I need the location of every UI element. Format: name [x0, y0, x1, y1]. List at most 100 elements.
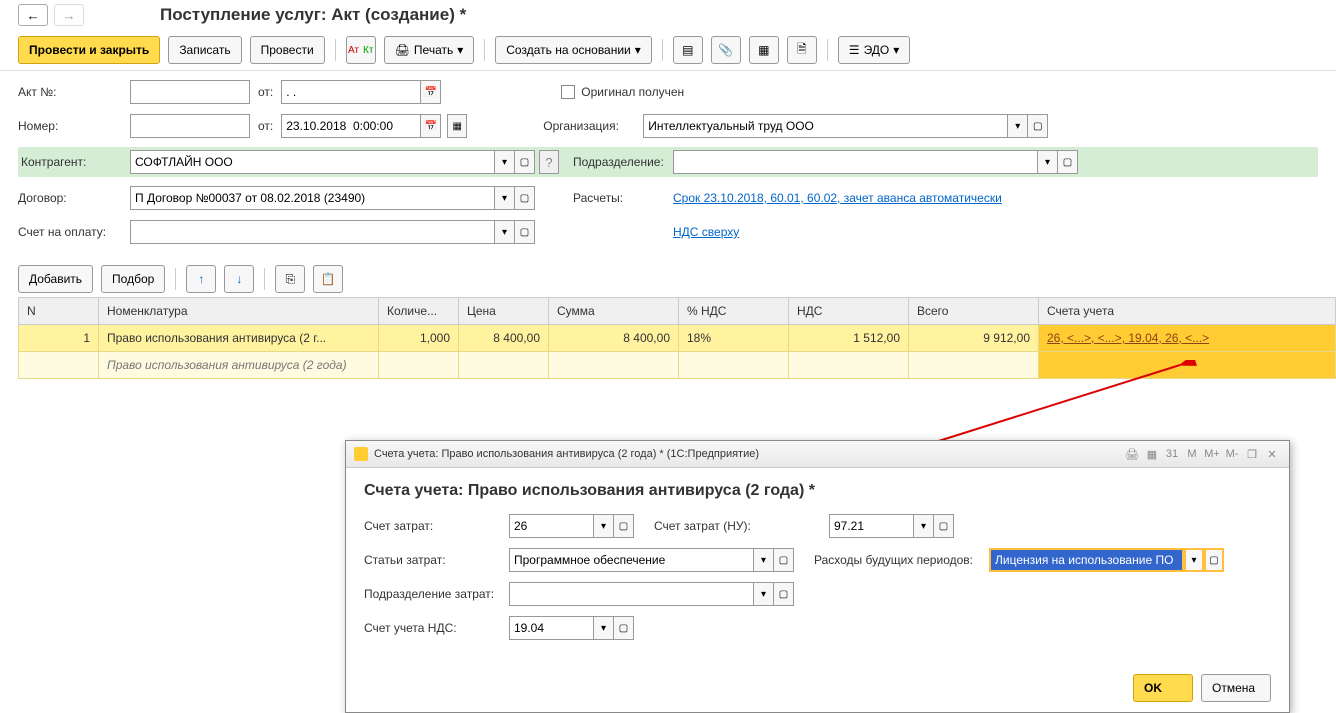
- m-plus-icon[interactable]: M+: [1203, 445, 1221, 463]
- pick-button[interactable]: Подбор: [101, 265, 165, 293]
- cost-account-nu-dropdown[interactable]: ▾: [914, 514, 934, 538]
- future-exp-label: Расходы будущих периодов:: [814, 553, 989, 567]
- invoice-input[interactable]: [130, 220, 495, 244]
- contract-open[interactable]: ▢: [515, 186, 535, 210]
- subdivision-input[interactable]: [673, 150, 1038, 174]
- back-button[interactable]: ←: [18, 4, 48, 26]
- cell-price[interactable]: 8 400,00: [459, 325, 549, 352]
- subdivision-dropdown[interactable]: ▾: [1038, 150, 1058, 174]
- structure-button[interactable]: ▤: [673, 36, 703, 64]
- subdivision-open[interactable]: ▢: [1058, 150, 1078, 174]
- col-vat[interactable]: НДС: [789, 298, 909, 325]
- cost-account-nu-input[interactable]: [829, 514, 914, 538]
- act-date-input[interactable]: [281, 80, 421, 104]
- copy-button[interactable]: ⎘: [275, 265, 305, 293]
- cell-qty[interactable]: 1,000: [379, 325, 459, 352]
- cost-items-input[interactable]: [509, 548, 754, 572]
- cost-account-dropdown[interactable]: ▾: [594, 514, 614, 538]
- cost-items-open[interactable]: ▢: [774, 548, 794, 572]
- datetime-extra-button[interactable]: ▦: [447, 114, 467, 138]
- save-button[interactable]: Записать: [168, 36, 241, 64]
- move-down-button[interactable]: ↓: [224, 265, 254, 293]
- cell-nomenclature-sub[interactable]: Право использования антивируса (2 года): [99, 352, 379, 379]
- submit-button[interactable]: Провести: [250, 36, 325, 64]
- number-input[interactable]: [130, 114, 250, 138]
- cell-nomenclature[interactable]: Право использования антивируса (2 г...: [99, 325, 379, 352]
- edo-button[interactable]: ☰ ЭДО ▾: [838, 36, 910, 64]
- cost-items-dropdown[interactable]: ▾: [754, 548, 774, 572]
- col-accounts[interactable]: Счета учета: [1039, 298, 1336, 325]
- org-dropdown[interactable]: ▾: [1008, 114, 1028, 138]
- table-row-sub[interactable]: Право использования антивируса (2 года): [19, 352, 1336, 379]
- move-up-button[interactable]: ↑: [186, 265, 216, 293]
- col-nomenclature[interactable]: Номенклатура: [99, 298, 379, 325]
- vat-account-open[interactable]: ▢: [614, 616, 634, 640]
- vat-account-dropdown[interactable]: ▾: [594, 616, 614, 640]
- vat-account-input[interactable]: [509, 616, 594, 640]
- dialog-titlebar[interactable]: Счета учета: Право использования антивир…: [346, 441, 1289, 468]
- cell-total[interactable]: 9 912,00: [909, 325, 1039, 352]
- paste-button[interactable]: 📋: [313, 265, 343, 293]
- table-row[interactable]: 1 Право использования антивируса (2 г...…: [19, 325, 1336, 352]
- counterparty-open[interactable]: ▢: [515, 150, 535, 174]
- future-exp-input[interactable]: [989, 548, 1184, 572]
- future-exp-dropdown[interactable]: ▾: [1184, 548, 1204, 572]
- close-icon[interactable]: ✕: [1263, 445, 1281, 463]
- dialog-titlebar-text: Счета учета: Право использования антивир…: [374, 448, 759, 460]
- contract-input[interactable]: [130, 186, 495, 210]
- invoice-open[interactable]: ▢: [515, 220, 535, 244]
- cost-account-label: Счет затрат:: [364, 519, 509, 533]
- col-n[interactable]: N: [19, 298, 99, 325]
- ok-button[interactable]: OK: [1133, 674, 1193, 702]
- subdiv-dropdown[interactable]: ▾: [754, 582, 774, 606]
- attach-button[interactable]: 📎: [711, 36, 741, 64]
- dt-kt-button[interactable]: АтКт: [346, 36, 376, 64]
- invoice-dropdown[interactable]: ▾: [495, 220, 515, 244]
- subdiv-input[interactable]: [509, 582, 754, 606]
- forward-button[interactable]: →: [54, 4, 84, 26]
- m-icon[interactable]: M: [1183, 445, 1201, 463]
- cell-sum[interactable]: 8 400,00: [549, 325, 679, 352]
- calc-link[interactable]: Срок 23.10.2018, 60.01, 60.02, зачет ава…: [673, 191, 1002, 205]
- cost-account-nu-open[interactable]: ▢: [934, 514, 954, 538]
- counterparty-input[interactable]: [130, 150, 495, 174]
- m-minus-icon[interactable]: M-: [1223, 445, 1241, 463]
- print-icon[interactable]: 🖨: [1123, 445, 1141, 463]
- main-toolbar: Провести и закрыть Записать Провести АтК…: [0, 30, 1336, 71]
- org-input[interactable]: [643, 114, 1008, 138]
- calendar-button-1[interactable]: 📅: [421, 80, 441, 104]
- col-total[interactable]: Всего: [909, 298, 1039, 325]
- submit-close-button[interactable]: Провести и закрыть: [18, 36, 160, 64]
- datetime-input[interactable]: [281, 114, 421, 138]
- act-no-input[interactable]: [130, 80, 250, 104]
- counterparty-dropdown[interactable]: ▾: [495, 150, 515, 174]
- vat-link[interactable]: НДС сверху: [673, 225, 739, 239]
- cell-vat[interactable]: 1 512,00: [789, 325, 909, 352]
- col-vat-pct[interactable]: % НДС: [679, 298, 789, 325]
- cell-n[interactable]: 1: [19, 325, 99, 352]
- add-row-button[interactable]: Добавить: [18, 265, 93, 293]
- col-sum[interactable]: Сумма: [549, 298, 679, 325]
- future-exp-open[interactable]: ▢: [1204, 548, 1224, 572]
- cell-vat-pct[interactable]: 18%: [679, 325, 789, 352]
- cost-account-input[interactable]: [509, 514, 594, 538]
- counterparty-help[interactable]: ?: [539, 150, 559, 174]
- print-button[interactable]: 🖨 Печать ▾: [384, 36, 475, 64]
- report-button[interactable]: 🗎: [787, 36, 817, 64]
- col-price[interactable]: Цена: [459, 298, 549, 325]
- calendar-icon[interactable]: 31: [1163, 445, 1181, 463]
- cancel-button[interactable]: Отмена: [1201, 674, 1271, 702]
- subdiv-open[interactable]: ▢: [774, 582, 794, 606]
- cell-accounts[interactable]: 26, <...>, <...>, 19.04, 26, <...>: [1039, 325, 1336, 352]
- col-qty[interactable]: Количе...: [379, 298, 459, 325]
- restore-icon[interactable]: ❐: [1243, 445, 1261, 463]
- cost-account-open[interactable]: ▢: [614, 514, 634, 538]
- list-button[interactable]: ▦: [749, 36, 779, 64]
- org-open[interactable]: ▢: [1028, 114, 1048, 138]
- contract-label: Договор:: [18, 191, 130, 205]
- create-based-button[interactable]: Создать на основании ▾: [495, 36, 652, 64]
- calendar-button-2[interactable]: 📅: [421, 114, 441, 138]
- original-received-checkbox[interactable]: Оригинал получен: [561, 85, 684, 99]
- contract-dropdown[interactable]: ▾: [495, 186, 515, 210]
- calc-icon[interactable]: ▦: [1143, 445, 1161, 463]
